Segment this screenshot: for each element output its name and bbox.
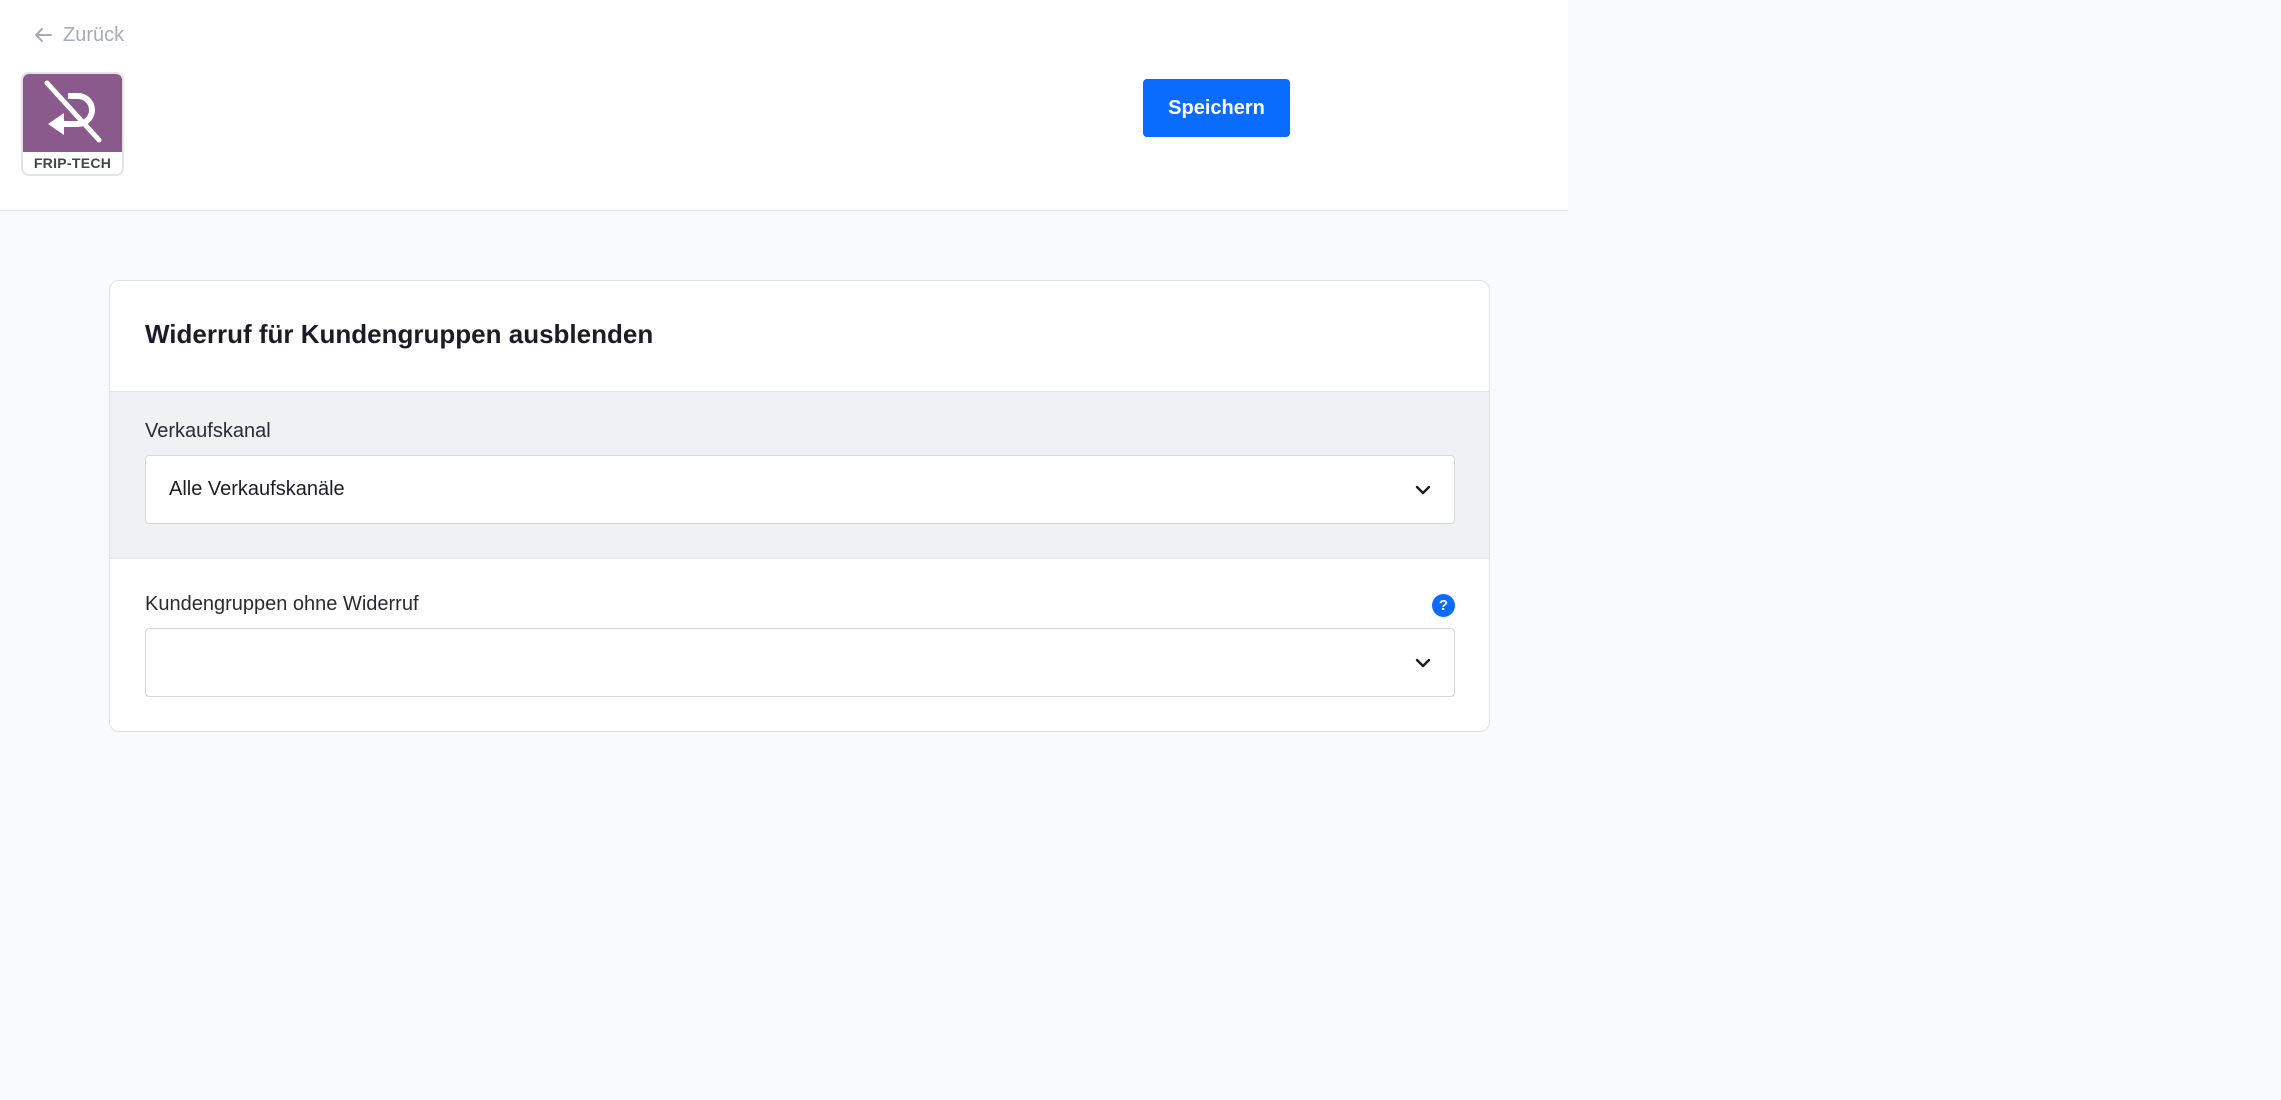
question-circle-icon[interactable]: ? — [1432, 594, 1455, 617]
save-button[interactable]: Speichern — [1143, 79, 1290, 137]
back-label: Zurück — [63, 23, 125, 46]
logo-text: FRIP-TECH — [33, 155, 112, 171]
sales-channel-label: Verkaufskanal — [145, 420, 271, 442]
chevron-down-icon — [1415, 485, 1431, 494]
top-bar: Zurück FRIP-TECH Speichern — [0, 0, 1568, 211]
arrow-left-icon — [35, 28, 52, 42]
card-title: Widerruf für Kundengruppen ausblenden — [145, 319, 654, 349]
app-logo: FRIP-TECH — [21, 72, 124, 176]
sales-channel-select[interactable]: Alle Verkaufskanäle — [145, 455, 1455, 524]
sales-channel-section: Verkaufskanal Alle Verkaufskanäle — [110, 391, 1489, 559]
settings-card: Widerruf für Kundengruppen ausblenden Ve… — [109, 280, 1490, 732]
chevron-down-icon — [1415, 658, 1431, 667]
return-crossed-icon — [23, 74, 122, 152]
back-link[interactable]: Zurück — [33, 22, 124, 48]
customer-groups-select[interactable] — [145, 628, 1455, 697]
customer-groups-label: Kundengruppen ohne Widerruf — [145, 593, 419, 615]
sales-channel-value: Alle Verkaufskanäle — [169, 478, 345, 500]
